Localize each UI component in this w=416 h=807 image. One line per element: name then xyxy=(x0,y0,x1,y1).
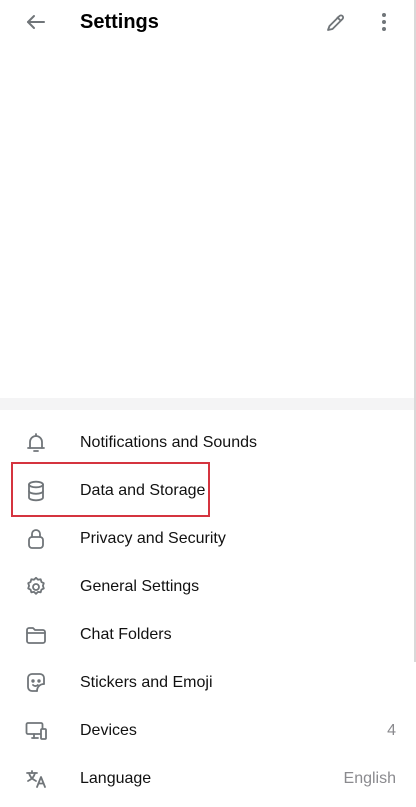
settings-screen: Settings Notifications and Sounds Data a… xyxy=(0,0,416,807)
menu-item-stickers-and-emoji[interactable]: Stickers and Emoji xyxy=(0,659,414,707)
database-icon xyxy=(24,479,48,503)
translate-icon xyxy=(24,767,48,791)
bell-icon xyxy=(24,431,48,455)
more-options-button[interactable] xyxy=(364,2,404,42)
page-title: Settings xyxy=(80,11,159,33)
folder-icon xyxy=(24,623,48,647)
more-vertical-icon xyxy=(372,10,396,34)
lock-icon xyxy=(24,527,48,551)
menu-item-devices[interactable]: Devices 4 xyxy=(0,707,414,755)
sticker-icon xyxy=(24,671,48,695)
profile-area xyxy=(0,44,414,398)
settings-header: Settings xyxy=(0,0,414,44)
menu-item-notifications[interactable]: Notifications and Sounds xyxy=(0,419,414,467)
menu-item-label: Stickers and Emoji xyxy=(80,674,213,691)
edit-button[interactable] xyxy=(316,2,356,42)
devices-count: 4 xyxy=(387,722,396,739)
menu-item-label: Data and Storage xyxy=(80,482,206,499)
menu-item-label: Privacy and Security xyxy=(80,530,226,547)
menu-item-chat-folders[interactable]: Chat Folders xyxy=(0,611,414,659)
gear-icon xyxy=(24,575,48,599)
section-separator xyxy=(0,398,414,410)
menu-item-language[interactable]: Language English xyxy=(0,755,414,803)
menu-item-label: Notifications and Sounds xyxy=(80,434,257,451)
settings-menu: Notifications and Sounds Data and Storag… xyxy=(0,419,414,803)
menu-item-label: Devices xyxy=(80,722,137,739)
pencil-icon xyxy=(324,10,348,34)
arrow-left-icon xyxy=(24,10,48,34)
menu-item-privacy-and-security[interactable]: Privacy and Security xyxy=(0,515,414,563)
menu-item-label: Chat Folders xyxy=(80,626,172,643)
menu-item-label: General Settings xyxy=(80,578,200,595)
devices-icon xyxy=(24,719,48,743)
back-button[interactable] xyxy=(16,2,56,42)
menu-item-general-settings[interactable]: General Settings xyxy=(0,563,414,611)
language-value: English xyxy=(343,770,396,787)
menu-item-data-and-storage[interactable]: Data and Storage xyxy=(0,467,414,515)
menu-item-label: Language xyxy=(80,770,152,787)
